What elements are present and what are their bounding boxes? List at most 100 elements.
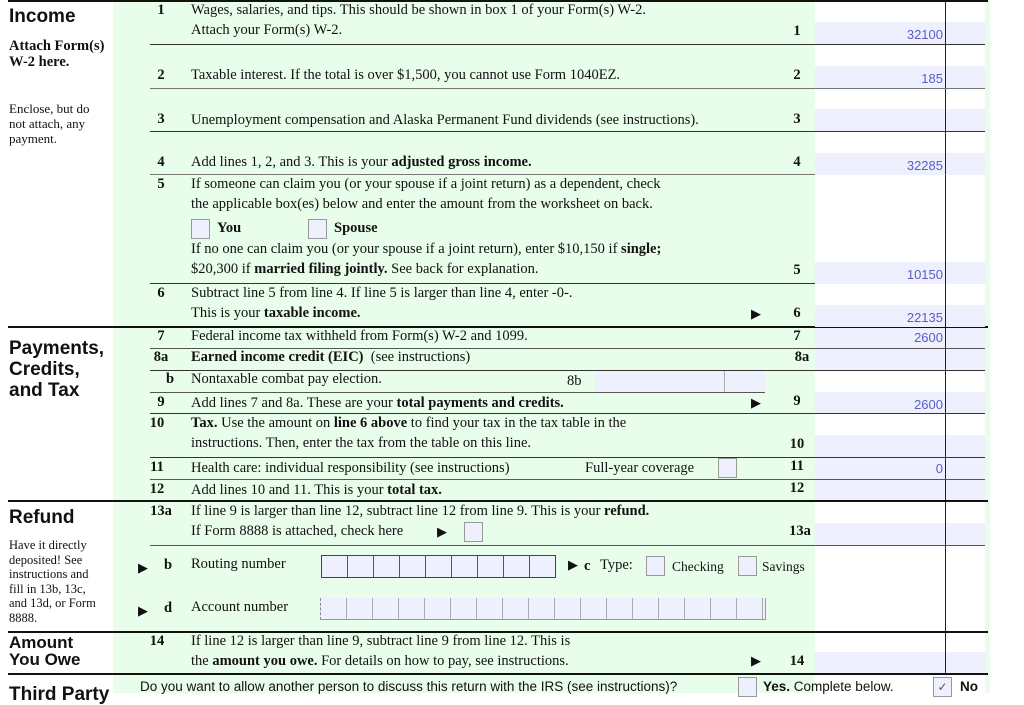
enclose-note: Enclose, but do not attach, any payment. <box>9 101 90 146</box>
section-third-party-title: Third Party <box>9 684 110 705</box>
account-number-input[interactable] <box>320 598 766 620</box>
line-5-text4: $20,300 if married filing jointly. See b… <box>191 261 539 277</box>
line-4-cents[interactable] <box>946 153 985 175</box>
line-13c-letter: c <box>584 558 591 574</box>
checkmark-icon: ✓ <box>937 680 948 694</box>
spouse-label: Spouse <box>334 220 378 236</box>
line-13b-number: b <box>164 557 173 573</box>
line-10-cents[interactable] <box>946 435 985 457</box>
line-10-number: 10 <box>149 415 165 431</box>
line-6-amount[interactable]: 22135 <box>815 305 945 327</box>
line-9-number: 9 <box>157 394 165 410</box>
line-4-number: 4 <box>157 154 165 170</box>
line-2-text: Taxable interest. If the total is over $… <box>191 67 621 83</box>
third-party-no-label: No <box>960 679 978 694</box>
refund-note: Have it directly deposited! See instruct… <box>9 538 96 625</box>
arrow-right-icon: ▶ <box>568 557 578 572</box>
line-5-cents[interactable] <box>946 262 985 284</box>
arrow-right-icon: ▶ <box>751 306 761 321</box>
line-3-text: Unemployment compensation and Alaska Per… <box>191 112 699 128</box>
routing-number-input[interactable] <box>321 555 556 578</box>
line-5-number: 5 <box>157 176 165 192</box>
line-8b-number: b <box>165 371 175 387</box>
line-1-text2: Attach your Form(s) W-2. <box>191 22 343 38</box>
line-8a-cents[interactable] <box>946 349 985 370</box>
line-12-amount[interactable] <box>815 480 945 500</box>
line-2-amount[interactable]: 185 <box>815 66 945 88</box>
line-2-cents[interactable] <box>946 66 985 88</box>
line-5-amount[interactable]: 10150 <box>815 262 945 284</box>
line-8b-amount[interactable] <box>595 371 725 392</box>
section-income-title: Income <box>9 6 76 27</box>
line-3-number: 3 <box>157 111 165 127</box>
line-7-text: Federal income tax withheld from Form(s)… <box>191 328 528 344</box>
third-party-yes-label: Yes. Complete below. <box>763 679 894 694</box>
line-5-text1: If someone can claim you (or your spouse… <box>191 176 661 192</box>
line-3-amount[interactable] <box>815 109 945 131</box>
savings-label: Savings <box>762 559 805 574</box>
third-party-no-checkbox[interactable]: ✓ <box>933 677 952 697</box>
spouse-checkbox[interactable] <box>308 219 327 239</box>
line-6-text2: This is your taxable income. <box>191 305 361 321</box>
line-4-amount[interactable]: 32285 <box>815 153 945 175</box>
line-10-text2: instructions. Then, enter the tax from t… <box>191 435 531 451</box>
line-7-number: 7 <box>157 328 165 344</box>
checking-label: Checking <box>672 559 724 574</box>
line-1-text: Wages, salaries, and tips. This should b… <box>191 2 647 18</box>
account-number-label: Account number <box>191 599 289 615</box>
line-12-number: 12 <box>149 481 165 497</box>
line-5-text2: the applicable box(es) below and enter t… <box>191 196 653 212</box>
line-14-cents[interactable] <box>946 652 985 673</box>
line-8b-text: Nontaxable combat pay election. <box>191 371 382 387</box>
line-11-amount[interactable]: 0 <box>815 458 945 479</box>
line-12-cents[interactable] <box>946 480 985 500</box>
line-10-text1: Tax. Use the amount on line 6 above to f… <box>191 415 627 431</box>
line-10-amount[interactable] <box>815 435 945 457</box>
line-3-cents[interactable] <box>946 109 985 131</box>
line-12-text: Add lines 10 and 11. This is your total … <box>191 482 442 498</box>
you-label: You <box>217 220 242 236</box>
line-8a-amount[interactable] <box>815 349 945 370</box>
line-14-text1: If line 12 is larger than line 9, subtra… <box>191 633 571 649</box>
line-8b-cents[interactable] <box>726 371 765 392</box>
line-9-amount[interactable]: 2600 <box>815 392 945 413</box>
line-14-text2: the amount you owe. For details on how t… <box>191 653 569 669</box>
line-13a-amount[interactable] <box>815 523 945 545</box>
line-13a-text: If line 9 is larger than line 12, subtra… <box>191 503 650 519</box>
line-9-cents[interactable] <box>946 392 985 413</box>
line-8b-label: 8b <box>567 373 582 389</box>
line-11-text: Health care: individual responsibility (… <box>191 460 510 476</box>
arrow-right-icon: ▶ <box>751 395 761 410</box>
third-party-yes-checkbox[interactable] <box>738 677 757 697</box>
attach-note: Attach Form(s) W-2 here. <box>9 38 105 70</box>
section-owe-title: Amount You Owe <box>9 633 81 669</box>
line-13a-number: 13a <box>150 503 172 519</box>
you-checkbox[interactable] <box>191 219 210 239</box>
line-5-text3: If no one can claim you (or your spouse … <box>191 241 662 257</box>
routing-number-label: Routing number <box>191 556 286 572</box>
line-11-cents[interactable] <box>946 458 985 479</box>
form-body-background <box>113 0 815 693</box>
checking-checkbox[interactable] <box>646 556 665 576</box>
line-4-text: Add lines 1, 2, and 3. This is your adju… <box>191 154 532 170</box>
full-year-coverage-checkbox[interactable] <box>718 458 737 478</box>
line-1-amount[interactable]: 32100 <box>815 22 945 44</box>
savings-checkbox[interactable] <box>738 556 757 576</box>
line-7-amount[interactable]: 2600 <box>815 328 945 348</box>
line-8a-number: 8a <box>153 349 169 365</box>
line-7-cents[interactable] <box>946 328 985 348</box>
line-13a-cents[interactable] <box>946 523 985 545</box>
line-6-text1: Subtract line 5 from line 4. If line 5 i… <box>191 285 573 301</box>
line-9-text: Add lines 7 and 8a. These are your total… <box>191 395 564 411</box>
form-8888-checkbox[interactable] <box>464 522 483 542</box>
line-13a-text2: If Form 8888 is attached, check here <box>191 523 404 539</box>
third-party-question: Do you want to allow another person to d… <box>140 679 678 694</box>
section-payments-title: Payments, Credits, and Tax <box>9 338 105 401</box>
line-1-cents[interactable] <box>946 22 985 44</box>
line-6-cents[interactable] <box>946 305 985 327</box>
line-13d-number: d <box>164 600 173 616</box>
line-1-number: 1 <box>157 2 165 18</box>
line-14-amount[interactable] <box>815 652 945 673</box>
full-year-coverage-label: Full-year coverage <box>585 460 695 476</box>
line-8a-text: Earned income credit (EIC) (see instruct… <box>191 349 471 365</box>
